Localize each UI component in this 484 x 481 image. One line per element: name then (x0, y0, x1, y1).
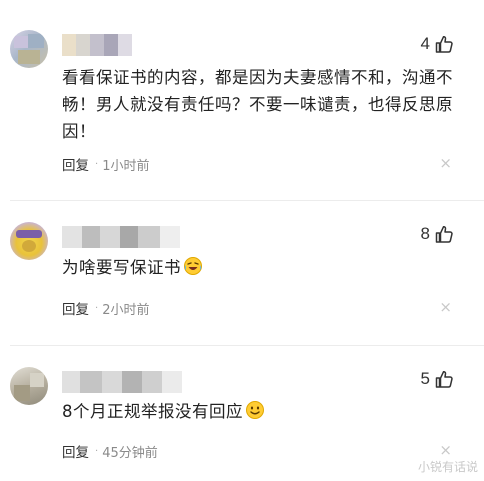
comment-text: 看看保证书的内容，都是因为夫妻感情不和，沟通不畅！男人就没有责任吗？不要一味谴责… (62, 68, 453, 141)
comment-item: 8 为啥要写保证书 回复 · 2小时前 × (0, 200, 484, 345)
like-count: 8 (420, 224, 430, 243)
watermark: 小锐有话说 (417, 460, 478, 474)
close-icon[interactable]: × (439, 298, 452, 316)
laughing-crying-emoji-icon (184, 257, 202, 275)
username-blurred[interactable] (62, 226, 180, 248)
like-button[interactable]: 5 (421, 369, 454, 389)
comment-item: 4 看看保证书的内容，都是因为夫妻感情不和，沟通不畅！男人就没有责任吗？不要一味… (0, 0, 484, 200)
close-icon[interactable]: × (439, 441, 452, 459)
avatar[interactable] (10, 30, 48, 68)
reply-button[interactable]: 回复 (62, 298, 89, 318)
thumbs-up-icon (435, 226, 453, 243)
comment-meta: 回复 · 45分钟前 (62, 441, 158, 461)
comment-time: 45分钟前 (102, 445, 158, 461)
separator-dot: · (95, 158, 99, 170)
close-icon[interactable]: × (439, 154, 452, 172)
comment-text-row: 为啥要写保证书 (62, 254, 456, 281)
comment-text-row: 8个月正规举报没有回应 (62, 398, 456, 425)
comment-time: 1小时前 (102, 158, 150, 174)
like-count: 4 (420, 34, 430, 53)
comment-meta: 回复 · 1小时前 (62, 154, 149, 174)
reply-button[interactable]: 回复 (62, 154, 89, 174)
comment-item: 5 8个月正规举报没有回应 回复 · 45分钟前 × (0, 345, 484, 481)
username-blurred[interactable] (62, 371, 182, 393)
avatar[interactable] (10, 367, 48, 405)
like-button[interactable]: 8 (421, 224, 454, 244)
smiling-emoji-icon (246, 401, 264, 419)
separator-dot: · (95, 302, 99, 314)
like-button[interactable]: 4 (421, 34, 454, 54)
thumbs-up-icon (435, 36, 453, 53)
reply-button[interactable]: 回复 (62, 441, 89, 461)
username-blurred[interactable] (62, 34, 132, 56)
like-count: 5 (420, 369, 430, 388)
comment-time: 2小时前 (102, 302, 150, 318)
comment-meta: 回复 · 2小时前 (62, 298, 149, 318)
comment-text: 8个月正规举报没有回应 (62, 402, 243, 421)
avatar[interactable] (10, 222, 48, 260)
thumbs-up-icon (435, 371, 453, 388)
comment-text: 为啥要写保证书 (62, 258, 181, 277)
separator-dot: · (95, 445, 99, 457)
